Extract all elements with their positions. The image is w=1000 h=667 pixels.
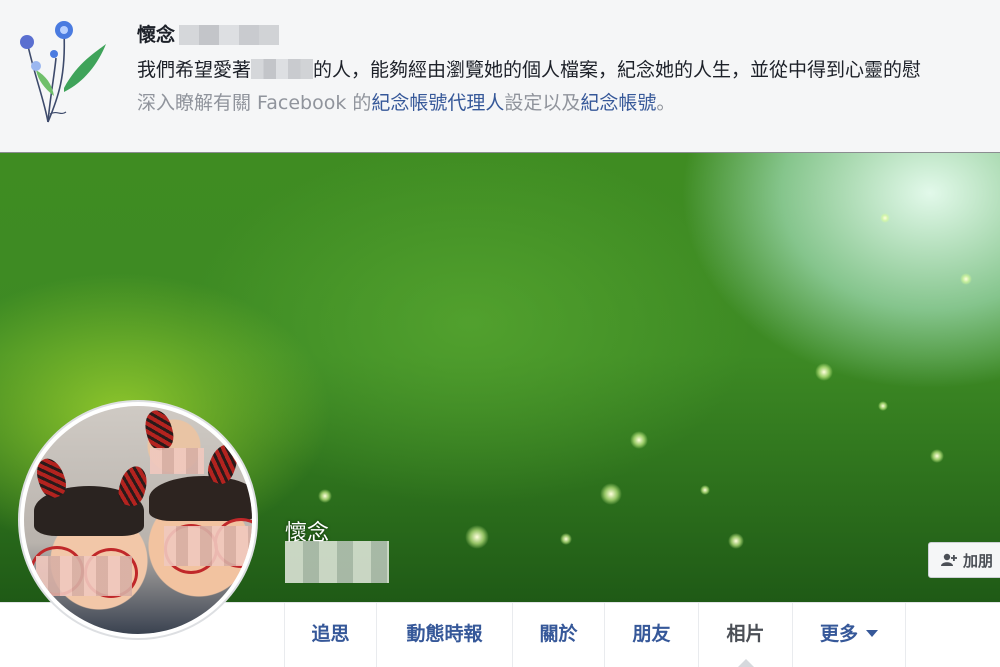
tab-photos[interactable]: 相片 <box>698 603 792 667</box>
face-blur <box>150 448 204 474</box>
light-sparkle <box>815 363 833 381</box>
flower-bouquet-icon <box>20 21 106 123</box>
memorial-message: 我們希望愛著 的人，能夠經由瀏覽她的個人檔案，紀念她的人生，並從中得到心靈的慰 <box>137 59 922 81</box>
tab-timeline[interactable]: 動態時報 <box>376 603 512 667</box>
face-blur <box>164 526 252 566</box>
face-blur <box>36 556 132 596</box>
profile-tabs: 追思 動態時報 關於 朋友 相片 更多 <box>284 603 906 667</box>
light-sparkle <box>930 449 944 463</box>
tab-about[interactable]: 關於 <box>512 603 604 667</box>
light-sparkle <box>878 401 888 411</box>
redacted-profile-name <box>285 541 389 583</box>
tab-tributes[interactable]: 追思 <box>284 603 376 667</box>
add-friend-icon <box>941 553 957 566</box>
light-sparkle <box>960 273 972 285</box>
light-sparkle <box>560 533 572 545</box>
memorial-learn-more: 深入瞭解有關 Facebook 的紀念帳號代理人設定以及紀念帳號。 <box>137 92 676 114</box>
light-sparkle <box>465 525 489 549</box>
add-friend-button[interactable]: 加朋 <box>928 542 1000 578</box>
redacted-name <box>251 59 314 79</box>
tab-friends[interactable]: 朋友 <box>604 603 698 667</box>
light-sparkle <box>728 533 744 549</box>
light-sparkle <box>630 431 648 449</box>
memorialized-account-link[interactable]: 紀念帳號 <box>580 92 656 114</box>
memorial-banner: 懷念 我們希望愛著 的人，能夠經由瀏覽她的個人檔案，紀念她的人生，並從中得到心靈的… <box>0 0 1000 153</box>
caret-down-icon <box>866 630 878 637</box>
legacy-contact-link[interactable]: 紀念帳號代理人 <box>371 92 504 114</box>
light-sparkle <box>318 489 332 503</box>
profile-picture[interactable] <box>18 400 258 640</box>
tab-more[interactable]: 更多 <box>792 603 906 667</box>
profile-photo-image <box>24 406 252 634</box>
memorial-title: 懷念 <box>137 20 280 47</box>
light-sparkle <box>880 213 890 223</box>
light-sparkle <box>600 483 622 505</box>
redacted-name <box>179 25 280 45</box>
light-sparkle <box>700 485 710 495</box>
